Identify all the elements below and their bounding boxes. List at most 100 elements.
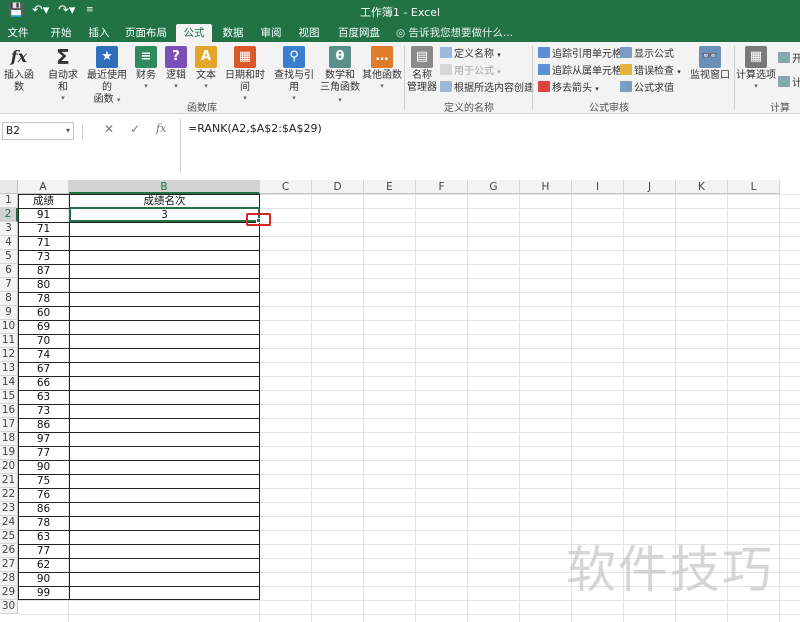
row-header-2[interactable]: 2 (0, 208, 18, 222)
column-header-k[interactable]: K (676, 180, 728, 194)
name-manager-button[interactable]: ▤ 名称 管理器 (406, 46, 438, 94)
row-header-25[interactable]: 25 (0, 530, 18, 544)
math-trig-button[interactable]: θ 数学和 三角函数 ▾ (320, 46, 360, 106)
autosum-button[interactable]: Σ 自动求和 ▾ (44, 46, 82, 102)
table-row-border (18, 446, 260, 447)
enter-icon[interactable]: ✓ (130, 122, 140, 136)
logical-button[interactable]: ? 逻辑 ▾ (164, 46, 188, 90)
row-header-14[interactable]: 14 (0, 376, 18, 390)
calculation-options-button[interactable]: ▦ 计算选项 ▾ (736, 46, 776, 90)
define-name-button[interactable]: 定义名称 ▾ (440, 47, 501, 62)
row-header-8[interactable]: 8 (0, 292, 18, 306)
row-header-9[interactable]: 9 (0, 306, 18, 320)
row-header-3[interactable]: 3 (0, 222, 18, 236)
grid-column-line (467, 194, 468, 622)
row-header-23[interactable]: 23 (0, 502, 18, 516)
tab-home[interactable]: 开始 (44, 24, 78, 42)
row-header-22[interactable]: 22 (0, 488, 18, 502)
select-all-corner[interactable] (0, 180, 18, 194)
use-in-formula-button[interactable]: 用于公式 ▾ (440, 64, 501, 79)
column-header-l[interactable]: L (728, 180, 780, 194)
insert-function-button[interactable]: fx 插入函数 (0, 46, 38, 94)
column-header-g[interactable]: G (468, 180, 520, 194)
tab-insert[interactable]: 插入 (82, 24, 116, 42)
row-header-15[interactable]: 15 (0, 390, 18, 404)
tab-formulas[interactable]: 公式 (176, 24, 212, 42)
lookup-reference-button[interactable]: ⚲ 查找与引用 ▾ (270, 46, 318, 102)
tab-baidu-netdisk[interactable]: 百度网盘 (332, 24, 386, 42)
recently-used-button[interactable]: ★ 最近使用的 函数 ▾ (84, 46, 130, 106)
column-header-c[interactable]: C (260, 180, 312, 194)
create-from-selection-button[interactable]: 根据所选内容创建 (440, 81, 534, 96)
name-box[interactable]: B2 ▾ (2, 122, 74, 140)
row-header-13[interactable]: 13 (0, 362, 18, 376)
financial-button[interactable]: ≡ 财务 ▾ (134, 46, 158, 90)
row-header-4[interactable]: 4 (0, 236, 18, 250)
group-label-function-library: 函数库 (187, 103, 217, 114)
row-header-26[interactable]: 26 (0, 544, 18, 558)
chevron-down-icon: ▾ (65, 126, 70, 135)
row-header-5[interactable]: 5 (0, 250, 18, 264)
text-button[interactable]: A 文本 ▾ (194, 46, 218, 90)
row-header-21[interactable]: 21 (0, 474, 18, 488)
column-header-d[interactable]: D (312, 180, 364, 194)
row-header-24[interactable]: 24 (0, 516, 18, 530)
error-checking-button[interactable]: 错误检查 ▾ (620, 64, 681, 79)
row-header-6[interactable]: 6 (0, 264, 18, 278)
calculate-now-button[interactable]: 开 (778, 52, 800, 67)
table-row-border (18, 348, 260, 349)
show-formulas-button[interactable]: 显示公式 (620, 47, 674, 62)
cancel-icon[interactable]: ✕ (104, 122, 114, 136)
column-header-a[interactable]: A (18, 180, 69, 194)
column-header-f[interactable]: F (416, 180, 468, 194)
magnifier-book-icon: ⚲ (283, 46, 305, 68)
row-header-28[interactable]: 28 (0, 572, 18, 586)
column-header-e[interactable]: E (364, 180, 416, 194)
evaluate-formula-button[interactable]: 公式求值 (620, 81, 674, 96)
row-header-18[interactable]: 18 (0, 432, 18, 446)
column-header-b[interactable]: B (69, 180, 260, 194)
chevron-down-icon: ▾ (174, 82, 178, 90)
tab-review[interactable]: 审阅 (254, 24, 288, 42)
more-functions-button[interactable]: … 其他函数 ▾ (362, 46, 402, 90)
row-header-11[interactable]: 11 (0, 334, 18, 348)
trace-precedents-button[interactable]: 追踪引用单元格 (538, 47, 622, 62)
insert-function-icon[interactable]: fx (156, 122, 166, 135)
tab-data[interactable]: 数据 (216, 24, 250, 42)
tab-page-layout[interactable]: 页面布局 (120, 24, 172, 42)
watch-window-button[interactable]: 👓 监视窗口 (690, 46, 730, 82)
row-header-16[interactable]: 16 (0, 404, 18, 418)
formula-input[interactable]: =RANK(A2,$A$2:$A$29) (180, 118, 800, 172)
table-row-border (18, 530, 260, 531)
fill-handle-highlight (246, 213, 271, 226)
calculate-sheet-button[interactable]: 计 (778, 76, 800, 91)
row-header-27[interactable]: 27 (0, 558, 18, 572)
tab-file[interactable]: 文件 (0, 24, 36, 42)
column-header-h[interactable]: H (520, 180, 572, 194)
row-header-20[interactable]: 20 (0, 460, 18, 474)
trace-dependents-button[interactable]: 追踪从属单元格 (538, 64, 622, 79)
active-cell-b2[interactable] (69, 207, 260, 222)
column-header-j[interactable]: J (624, 180, 676, 194)
row-header-7[interactable]: 7 (0, 278, 18, 292)
table-row-border (18, 516, 260, 517)
datetime-button[interactable]: ▦ 日期和时间 ▾ (222, 46, 268, 102)
tell-me-search[interactable]: ◎ 告诉我您想要做什么... (396, 24, 513, 42)
tab-view[interactable]: 视图 (292, 24, 326, 42)
row-header-1[interactable]: 1 (0, 194, 18, 208)
chevron-down-icon: ▾ (497, 51, 501, 59)
column-header-i[interactable]: I (572, 180, 624, 194)
fx-icon: fx (10, 47, 28, 66)
row-header-30[interactable]: 30 (0, 600, 18, 614)
row-header-17[interactable]: 17 (0, 418, 18, 432)
chevron-down-icon: ▾ (144, 82, 148, 90)
table-row-border (18, 320, 260, 321)
row-header-19[interactable]: 19 (0, 446, 18, 460)
row-header-29[interactable]: 29 (0, 586, 18, 600)
remove-arrows-button[interactable]: 移去箭头 ▾ (538, 81, 599, 96)
table-row-border (18, 544, 260, 545)
row-header-10[interactable]: 10 (0, 320, 18, 334)
row-header-12[interactable]: 12 (0, 348, 18, 362)
table-row-border (18, 250, 260, 251)
show-formulas-icon (620, 47, 632, 58)
